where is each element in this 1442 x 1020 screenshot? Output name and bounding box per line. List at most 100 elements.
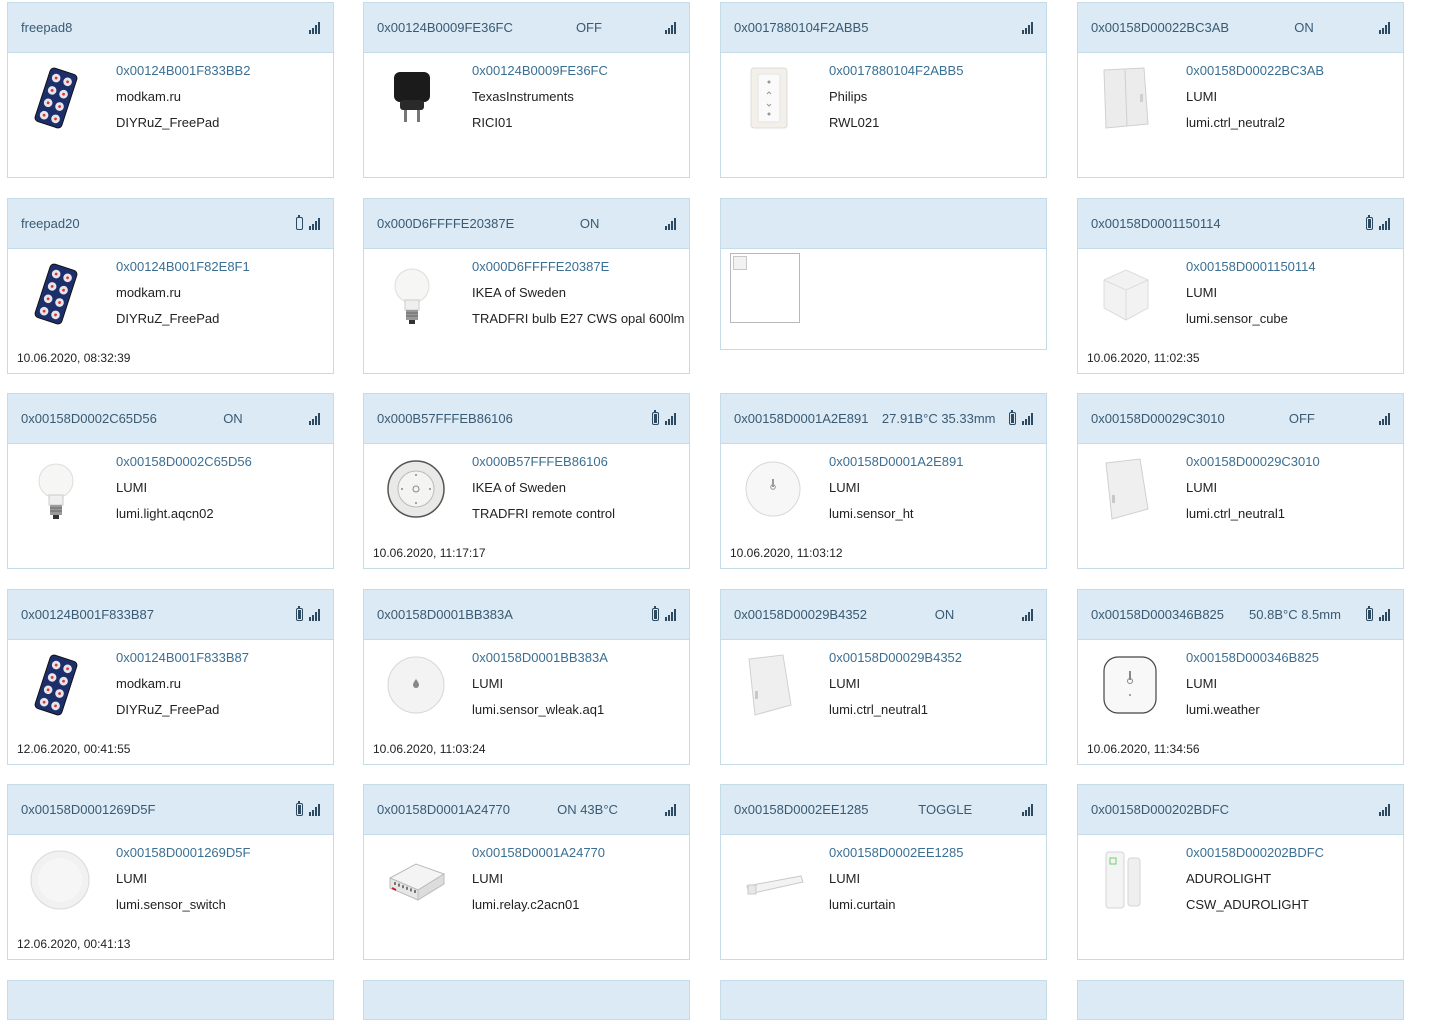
device-title[interactable]: 0x00158D0002C65D56 (21, 411, 157, 426)
device-state: OFF (575, 20, 602, 35)
device-vendor: LUMI (829, 480, 861, 495)
device-model: RICI01 (472, 115, 513, 130)
device-title[interactable]: 0x0017880104F2ABB5 (734, 20, 868, 35)
device-card[interactable]: 0x00158D0001A2E891 27.91B°C 35.33mm 0x0015… (720, 393, 1047, 569)
device-info: 0x00158D0001BB383A LUMI lumi.sensor_wleak.… (472, 645, 608, 723)
device-card[interactable]: 0x00124B0009FE36FC OFF 0x00124B0009FE36FC T… (363, 2, 690, 178)
device-card[interactable]: 0x00158D0001BB383A 0x00158D0001BB383A LUMI… (363, 589, 690, 765)
device-info: 0x00158D0001269D5F LUMI lumi.sensor_switch (116, 840, 250, 918)
device-card[interactable]: freepad20 0x00124B001F82E8F1 modkam.ru DIYR… (7, 198, 334, 374)
device-vendor: IKEA of Sweden (472, 480, 566, 495)
device-info: 0x00158D000202BDFC ADUROLIGHT CSW_ADUROLIG… (1186, 840, 1324, 918)
device-card[interactable]: 0x0017880104F2ABB5 0x0017880104F2ABB5 Phil… (720, 2, 1047, 178)
relay-icon (386, 848, 446, 912)
device-card[interactable]: 0x00158D00029B4352 ON 0x00158D00029B4352 LU… (720, 589, 1047, 765)
device-card-partial[interactable] (720, 980, 1047, 1020)
device-model: lumi.sensor_cube (1186, 311, 1288, 326)
card-header: 0x00158D00029B4352 ON (721, 590, 1046, 640)
device-info: 0x000B57FFFEB86106 IKEA of Sweden TRADFRI … (472, 449, 615, 527)
device-title[interactable]: 0x000D6FFFFE20387E (377, 216, 514, 231)
signal-strength-icon (308, 412, 320, 425)
device-title[interactable]: 0x00158D0001A24770 (377, 802, 510, 817)
round-button-icon (30, 848, 90, 912)
device-card-partial[interactable] (7, 980, 334, 1020)
device-model: TRADFRI bulb E27 CWS opal 600lm (472, 311, 685, 326)
card-header (721, 199, 1046, 249)
battery-icon (1008, 410, 1016, 425)
card-header: 0x000B57FFFEB86106 (364, 394, 689, 444)
device-ieee-address: 0x000B57FFFEB86106 (472, 454, 608, 469)
battery-icon (296, 215, 303, 230)
device-title[interactable]: 0x000B57FFFEB86106 (377, 411, 513, 426)
card-header: 0x00158D00022BC3AB ON (1078, 3, 1403, 53)
device-card[interactable]: 0x00158D00029C3010 OFF 0x00158D00029C3010 L… (1077, 393, 1404, 569)
device-title[interactable]: 0x00158D0001269D5F (21, 802, 155, 817)
device-model: CSW_ADUROLIGHT (1186, 897, 1309, 912)
signal-strength-icon (1378, 412, 1390, 425)
device-ieee-address: 0x00158D0001269D5F (116, 845, 251, 860)
device-title[interactable]: 0x00158D0002EE1285 (734, 802, 868, 817)
device-model: lumi.ctrl_neutral1 (829, 702, 928, 717)
signal-strength-icon (1379, 217, 1390, 230)
device-card[interactable]: 0x000B57FFFEB86106 0x000B57FFFEB86106 IKEA… (363, 393, 690, 569)
device-title[interactable]: 0x00158D000202BDFC (1091, 802, 1229, 817)
device-vendor: IKEA of Sweden (472, 285, 566, 300)
device-vendor: LUMI (1186, 89, 1218, 104)
device-ieee-address: 0x00158D00022BC3AB (1186, 63, 1325, 78)
device-model: lumi.ctrl_neutral2 (1186, 115, 1285, 130)
device-card-partial[interactable] (363, 980, 690, 1020)
device-card[interactable]: 0x00158D00022BC3AB ON 0x00158D00022BC3AB LU… (1077, 2, 1404, 178)
status-icons (1365, 606, 1390, 621)
status-icons (308, 412, 320, 425)
device-title[interactable]: 0x00124B0009FE36FC (377, 20, 513, 35)
device-model: lumi.sensor_wleak.aq1 (472, 702, 605, 717)
device-vendor: LUMI (116, 480, 148, 495)
device-model: RWL021 (829, 115, 880, 130)
signal-strength-icon (309, 803, 320, 816)
device-title[interactable]: 0x00158D00029B4352 (734, 607, 867, 622)
device-model: lumi.weather (1186, 702, 1260, 717)
device-title[interactable]: freepad20 (21, 216, 80, 231)
device-card[interactable]: 0x00158D0002EE1285 TOGGLE 0x00158D0002EE12… (720, 784, 1047, 960)
device-card[interactable]: 0x00158D0001150114 0x00158D0001150114 LUMI… (1077, 198, 1404, 374)
device-ieee-address: 0x00158D0001A24770 (472, 845, 606, 860)
device-title[interactable]: 0x00158D00022BC3AB (1091, 20, 1229, 35)
device-vendor: LUMI (829, 676, 861, 691)
device-ieee-address: 0x00124B001F833BB2 (116, 63, 251, 78)
device-info: 0x00124B0009FE36FC TexasInstruments RICI01 (472, 58, 608, 136)
card-header (364, 981, 689, 1019)
device-vendor: ADUROLIGHT (1186, 871, 1272, 886)
signal-strength-icon (1021, 412, 1033, 425)
device-title[interactable]: 0x00124B001F833B87 (21, 607, 154, 622)
device-title[interactable]: 0x00158D000346B825 (1091, 607, 1224, 622)
device-info: 0x00158D0001A24770 LUMI lumi.relay.c2acn01 (472, 840, 605, 918)
signal-strength-icon (664, 217, 676, 230)
device-card[interactable]: 0x00158D0001A24770 ON 43B°C 0x00158D0001A2… (363, 784, 690, 960)
device-model: lumi.sensor_switch (116, 897, 226, 912)
device-card[interactable]: 0x00158D000346B825 50.8B°C 8.5mm 0x00158D0… (1077, 589, 1404, 765)
device-title[interactable]: 0x00158D0001A2E891 (734, 411, 868, 426)
signal-strength-icon (309, 217, 320, 230)
device-card[interactable]: 0x00158D000202BDFC 0x00158D000202BDFC ADUR… (1077, 784, 1404, 960)
device-title[interactable]: 0x00158D00029C3010 (1091, 411, 1225, 426)
leak-sensor-icon (386, 653, 445, 717)
battery-icon (1365, 606, 1373, 621)
device-card[interactable]: 0x00158D0002C65D56 ON 0x00158D0002C65D56 LU… (7, 393, 334, 569)
device-model: lumi.ctrl_neutral1 (1186, 506, 1285, 521)
device-vendor: modkam.ru (116, 676, 182, 691)
device-model: lumi.light.aqcn02 (116, 506, 214, 521)
device-card-partial[interactable] (1077, 980, 1404, 1020)
device-card[interactable] (720, 198, 1047, 350)
device-ieee-address: 0x00158D0002EE1285 (829, 845, 964, 860)
device-title[interactable]: freepad8 (21, 20, 72, 35)
card-header: freepad20 (8, 199, 333, 249)
device-model: DIYRuZ_FreePad (116, 311, 220, 326)
device-card[interactable]: 0x00124B001F833B87 0x00124B001F833B87 modk… (7, 589, 334, 765)
device-card[interactable]: 0x000D6FFFFE20387E ON 0x000D6FFFFE20387E IK… (363, 198, 690, 374)
card-header: 0x00158D0001150114 (1078, 199, 1403, 249)
device-card[interactable]: 0x00158D0001269D5F 0x00158D0001269D5F LUMI… (7, 784, 334, 960)
card-header: 0x00124B0009FE36FC OFF (364, 3, 689, 53)
device-card[interactable]: freepad8 0x00124B001F833BB2 modkam.ru DIYRu… (7, 2, 334, 178)
device-title[interactable]: 0x00158D0001150114 (1091, 216, 1221, 231)
device-title[interactable]: 0x00158D0001BB383A (377, 607, 513, 622)
